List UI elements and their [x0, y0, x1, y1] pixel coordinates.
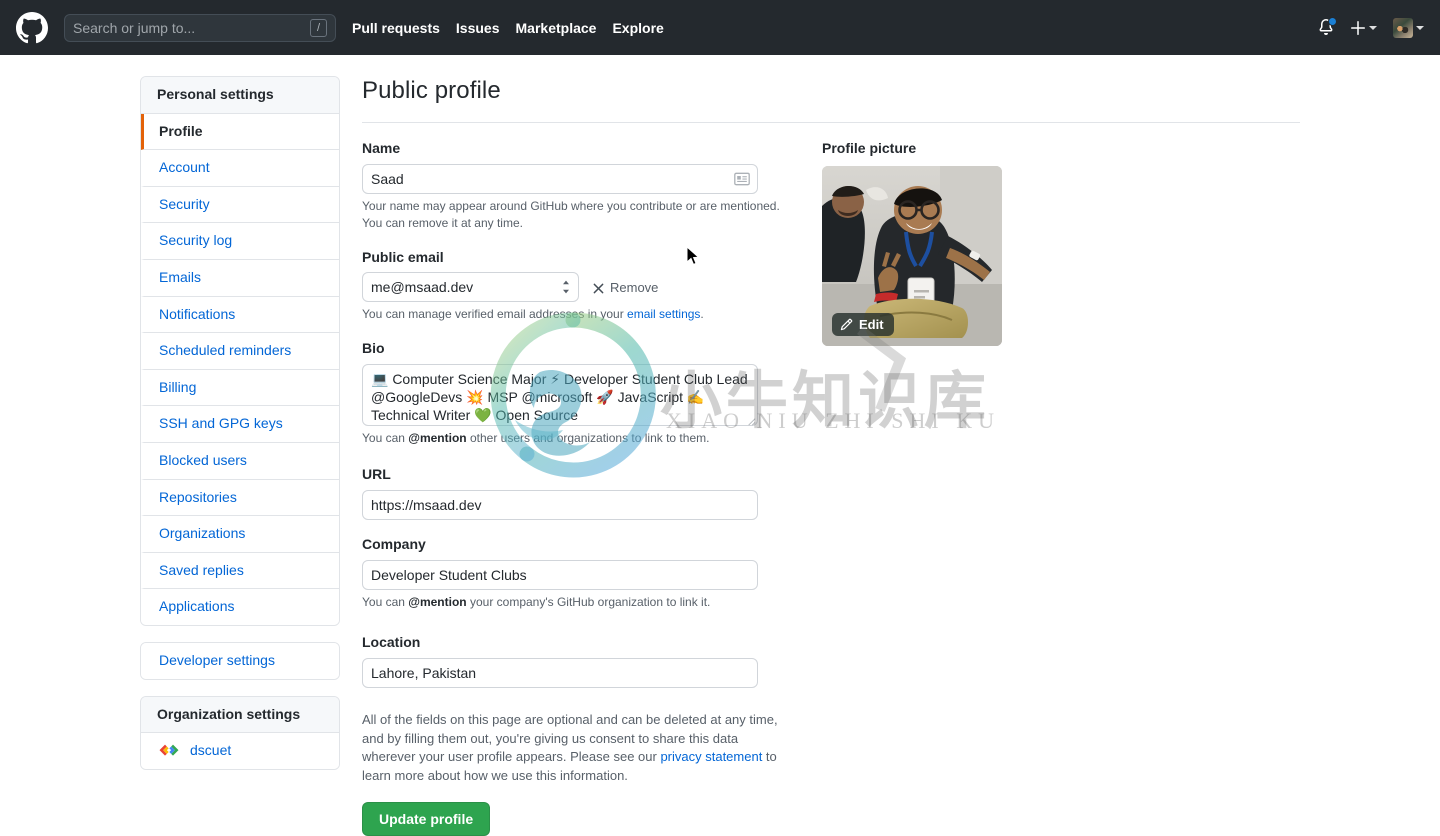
name-help-text: Your name may appear around GitHub where… — [362, 198, 780, 231]
profile-picture-section: Profile picture Edit — [822, 140, 1032, 346]
help-suffix: . — [700, 307, 704, 322]
developer-settings-menu: Developer settings — [140, 641, 340, 680]
location-input[interactable] — [362, 657, 758, 688]
organization-settings-heading: Organization settings — [141, 696, 339, 734]
url-label: URL — [362, 465, 391, 482]
sidebar-item-emails[interactable]: Emails — [141, 259, 339, 297]
contact-card-icon[interactable] — [734, 171, 750, 187]
privacy-statement-link[interactable]: privacy statement — [660, 749, 762, 764]
avatar — [1393, 17, 1413, 38]
x-icon — [593, 282, 604, 294]
main-content: Public profile Name Saad Your name may a… — [362, 76, 1300, 836]
search-placeholder: Search or jump to... — [73, 19, 196, 36]
company-field-group: Company You can @mention your company's … — [362, 536, 758, 611]
code-brackets-icon — [159, 743, 179, 759]
nav-issues[interactable]: Issues — [456, 20, 500, 36]
mention-keyword: @mention — [408, 430, 467, 445]
profile-form: Name Saad Your name may appear around Gi… — [362, 140, 780, 836]
help-suffix: other users and organizations to link to… — [466, 430, 710, 445]
resize-handle[interactable] — [745, 413, 756, 425]
github-mark-icon[interactable] — [16, 11, 48, 44]
sidebar-item-repositories[interactable]: Repositories — [141, 479, 339, 517]
nav-pull-requests[interactable]: Pull requests — [352, 20, 440, 36]
sidebar-item-security-log[interactable]: Security log — [141, 223, 339, 260]
profile-picture-frame[interactable]: Edit — [822, 165, 1002, 346]
help-prefix: You can manage verified email addresses … — [362, 307, 628, 322]
url-input[interactable] — [362, 489, 758, 520]
notification-unread-dot — [1328, 16, 1337, 26]
company-help-text: You can @mention your company's GitHub o… — [362, 594, 787, 611]
settings-sidebar: Personal settings Profile Account Securi… — [140, 76, 340, 770]
location-field-group: Location — [362, 634, 758, 688]
chevron-down-icon — [1416, 25, 1424, 30]
personal-settings-heading: Personal settings — [141, 77, 339, 114]
nav-marketplace[interactable]: Marketplace — [516, 20, 597, 36]
sidebar-item-scheduled-reminders[interactable]: Scheduled reminders — [141, 333, 339, 370]
help-suffix: your company's GitHub organization to li… — [466, 594, 711, 609]
page-title: Public profile — [362, 77, 501, 104]
select-arrows-icon — [562, 280, 570, 294]
company-label: Company — [362, 535, 426, 552]
sidebar-item-security[interactable]: Security — [141, 186, 339, 224]
header-nav: Pull requests Issues Marketplace Explore — [352, 20, 680, 36]
sidebar-item-organizations[interactable]: Organizations — [141, 516, 339, 553]
name-field-group: Name Saad Your name may appear around Gi… — [362, 140, 780, 233]
search-input[interactable]: Search or jump to... / — [64, 13, 336, 42]
bio-field-group: Bio You can @mention other users and org… — [362, 340, 758, 447]
personal-settings-menu: Personal settings Profile Account Securi… — [140, 76, 340, 626]
location-label: Location — [362, 633, 421, 650]
pencil-icon — [840, 318, 853, 331]
sidebar-item-ssh-and-gpg-keys[interactable]: SSH and GPG keys — [141, 406, 339, 443]
mouse-cursor — [686, 245, 700, 269]
edit-label: Edit — [859, 316, 884, 332]
url-field-group: URL — [362, 466, 758, 520]
bio-label: Bio — [362, 339, 385, 356]
company-input[interactable] — [362, 559, 758, 590]
remove-public-email-button[interactable]: Remove — [593, 280, 658, 295]
public-email-help-text: You can manage verified email addresses … — [362, 306, 787, 323]
organization-settings-menu: Organization settings dscuet — [140, 695, 340, 770]
consent-text: All of the fields on this page are optio… — [362, 711, 787, 786]
user-menu-button[interactable] — [1393, 17, 1424, 38]
nav-explore[interactable]: Explore — [612, 20, 663, 36]
bio-textarea[interactable] — [362, 363, 758, 426]
chevron-down-icon — [1369, 25, 1377, 30]
sidebar-item-billing[interactable]: Billing — [141, 369, 339, 407]
bio-help-text: You can @mention other users and organiz… — [362, 430, 787, 447]
sidebar-item-developer-settings[interactable]: Developer settings — [141, 642, 339, 679]
name-label: Name — [362, 140, 401, 156]
name-input[interactable] — [362, 163, 758, 194]
email-settings-link[interactable]: email settings — [627, 307, 700, 321]
help-prefix: You can — [362, 594, 409, 609]
notifications-button[interactable] — [1318, 16, 1337, 37]
sidebar-item-org-dscuet[interactable]: dscuet — [141, 733, 339, 769]
sidebar-item-applications[interactable]: Applications — [141, 589, 339, 625]
sidebar-item-account[interactable]: Account — [141, 150, 339, 187]
sidebar-item-saved-replies[interactable]: Saved replies — [141, 552, 339, 590]
sidebar-item-profile[interactable]: Profile — [141, 113, 339, 151]
public-email-select[interactable]: me@msaad.dev — [362, 272, 579, 303]
sidebar-item-blocked-users[interactable]: Blocked users — [141, 442, 339, 480]
title-divider — [362, 122, 1300, 123]
page-body: Personal settings Profile Account Securi… — [0, 55, 1440, 836]
profile-picture-label: Profile picture — [822, 140, 917, 156]
create-new-button[interactable] — [1350, 20, 1377, 36]
sidebar-item-notifications[interactable]: Notifications — [141, 296, 339, 334]
search-shortcut-key: / — [310, 18, 327, 37]
remove-label: Remove — [610, 279, 659, 295]
edit-profile-picture-button[interactable]: Edit — [832, 312, 894, 336]
global-header: Search or jump to... / Pull requests Iss… — [0, 0, 1440, 55]
header-actions — [1318, 0, 1424, 55]
update-profile-button[interactable]: Update profile — [362, 802, 491, 836]
mention-keyword: @mention — [408, 594, 467, 609]
sidebar-item-label: dscuet — [190, 742, 232, 759]
help-prefix: You can — [362, 430, 409, 445]
